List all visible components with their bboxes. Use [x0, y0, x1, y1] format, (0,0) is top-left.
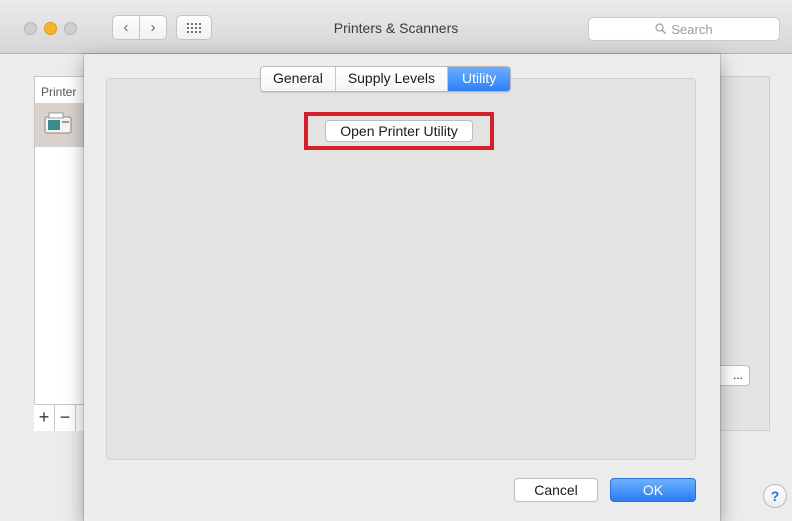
search-placeholder: Search	[671, 21, 713, 37]
tab-supply-levels[interactable]: Supply Levels	[335, 67, 448, 91]
chevron-left-icon: ‹	[123, 19, 129, 36]
tab-utility[interactable]: Utility	[447, 67, 511, 91]
tab-bar: General Supply Levels Utility	[260, 66, 512, 92]
zoom-window-button[interactable]	[64, 22, 77, 35]
show-all-button[interactable]	[176, 15, 212, 40]
ok-button[interactable]: OK	[610, 478, 696, 502]
cancel-button[interactable]: Cancel	[514, 478, 598, 502]
add-printer-button[interactable]: +	[34, 405, 55, 431]
close-window-button[interactable]	[24, 22, 37, 35]
forward-button[interactable]: ›	[139, 15, 167, 40]
title-bar: ‹ › Printers & Scanners Search	[0, 0, 792, 54]
help-button[interactable]: ?	[763, 484, 787, 508]
minimize-window-button[interactable]	[44, 22, 57, 35]
remove-printer-button[interactable]: −	[55, 405, 76, 431]
printer-options-sheet: General Supply Levels Utility Open Print…	[84, 54, 720, 521]
grid-icon	[187, 22, 201, 33]
search-field[interactable]: Search	[588, 17, 780, 41]
back-button[interactable]: ‹	[112, 15, 140, 40]
printer-list-header: Printer	[41, 85, 77, 99]
highlight-box: Open Printer Utility	[304, 112, 494, 150]
printer-icon	[44, 112, 72, 134]
tab-general[interactable]: General	[261, 67, 336, 91]
search-icon	[655, 22, 667, 37]
chevron-right-icon: ›	[150, 19, 156, 36]
open-printer-utility-button[interactable]: Open Printer Utility	[325, 120, 473, 142]
